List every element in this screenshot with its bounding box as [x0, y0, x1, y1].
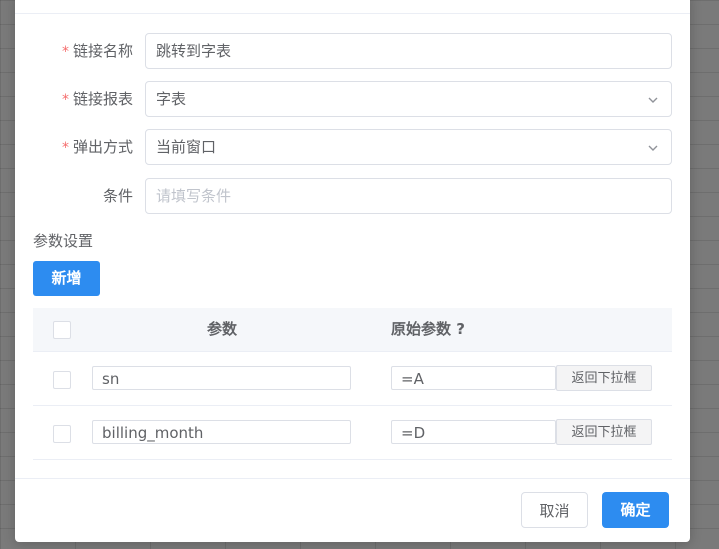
popup-mode-value: 当前窗口: [156, 138, 217, 156]
table-row: sn =A 返回下拉框: [33, 352, 672, 406]
table-header: 参数 原始参数 ?: [33, 308, 672, 352]
table-row: billing_month =D 返回下拉框: [33, 406, 672, 460]
params-section-title: 参数设置: [33, 232, 94, 250]
required-mark: *: [61, 44, 69, 60]
link-settings-dialog: * 链接名称 跳转到字表 * 链接报表 字表 * 弹出方式 当前窗口 条件 请填写条件…: [15, 0, 690, 542]
condition-input[interactable]: 请填写条件: [145, 178, 672, 214]
link-name-value: 跳转到字表: [156, 42, 232, 60]
popup-mode-label: * 弹出方式: [61, 138, 133, 156]
add-param-button[interactable]: 新增: [33, 261, 100, 296]
required-mark: *: [61, 140, 69, 156]
dialog-header: [15, 0, 690, 14]
form-row-link-report: * 链接报表 字表: [15, 81, 690, 117]
param-name-input[interactable]: sn: [92, 366, 351, 390]
chevron-down-icon: [648, 97, 658, 103]
chevron-down-icon: [648, 145, 658, 151]
popup-mode-select[interactable]: 当前窗口: [145, 129, 672, 165]
row-checkbox[interactable]: [53, 371, 71, 389]
link-report-select[interactable]: 字表: [145, 81, 672, 117]
header-param: 参数: [207, 320, 238, 338]
required-mark: *: [61, 92, 69, 108]
header-source: 原始参数 ?: [391, 320, 465, 338]
row-checkbox[interactable]: [53, 425, 71, 443]
footer-divider: [15, 478, 690, 479]
condition-label: 条件: [102, 187, 133, 205]
link-report-label: * 链接报表: [61, 90, 133, 108]
select-all-checkbox[interactable]: [53, 321, 71, 339]
link-report-value: 字表: [156, 90, 187, 108]
cancel-button[interactable]: 取消: [521, 492, 588, 528]
link-name-input[interactable]: 跳转到字表: [145, 33, 672, 69]
source-param-input[interactable]: =D: [391, 420, 556, 444]
source-param-input[interactable]: =A: [391, 366, 556, 390]
confirm-button[interactable]: 确定: [602, 492, 669, 528]
condition-placeholder: 请填写条件: [156, 187, 232, 205]
form-row-popup-mode: * 弹出方式 当前窗口: [15, 129, 690, 165]
link-name-label: * 链接名称: [61, 42, 133, 60]
form-row-condition: 条件 请填写条件: [15, 178, 690, 214]
return-dropdown-button[interactable]: 返回下拉框: [556, 419, 652, 445]
form-row-link-name: * 链接名称 跳转到字表: [15, 33, 690, 69]
param-name-input[interactable]: billing_month: [92, 420, 351, 444]
return-dropdown-button[interactable]: 返回下拉框: [556, 365, 652, 391]
